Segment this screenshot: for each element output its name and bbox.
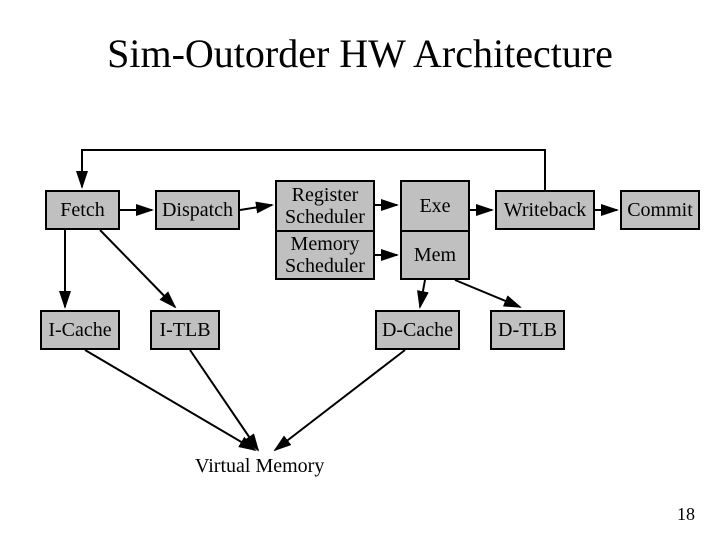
page-title: Sim-Outorder HW Architecture (0, 30, 720, 77)
box-mem: Mem (402, 230, 468, 278)
box-dispatch: Dispatch (155, 190, 240, 230)
label-virtual-memory: Virtual Memory (195, 455, 324, 478)
box-fetch: Fetch (45, 190, 120, 230)
box-commit: Commit (620, 190, 700, 230)
slide: Sim-Outorder HW Architecture Fetch Dispa… (0, 0, 720, 540)
box-dtlb: D-TLB (490, 310, 565, 350)
box-itlb: I-TLB (150, 310, 220, 350)
box-dcache: D-Cache (375, 310, 460, 350)
box-memory-scheduler: Memory Scheduler (277, 230, 373, 278)
box-register-scheduler: Register Scheduler (277, 182, 373, 230)
page-number: 18 (677, 504, 695, 525)
box-schedulers: Register Scheduler Memory Scheduler (275, 180, 375, 280)
box-exe: Exe (402, 182, 468, 230)
box-writeback: Writeback (495, 190, 595, 230)
box-icache: I-Cache (40, 310, 120, 350)
box-exe-mem: Exe Mem (400, 180, 470, 280)
